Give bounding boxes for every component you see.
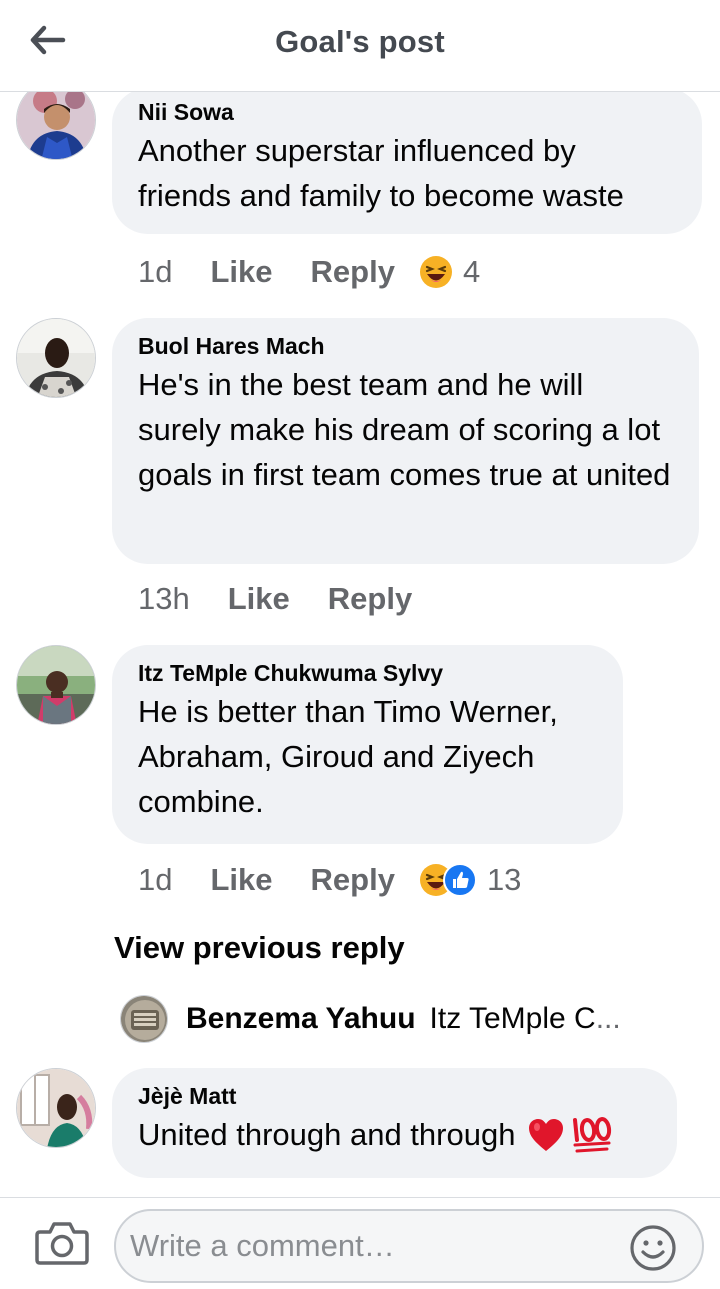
like-reaction-icon [442,863,477,897]
red-heart-icon [529,1118,564,1151]
reaction-count[interactable]: 13 [487,862,521,898]
view-previous-reply-link[interactable]: View previous reply [114,930,405,966]
comment-actions: 1d Like Reply 13 [138,860,521,900]
emoji-button[interactable] [628,1223,678,1273]
comment-actions: 1d Like Reply 4 [138,252,480,292]
comment-composer [0,1197,720,1289]
comment-bubble[interactable]: Itz TeMple Chukwuma Sylvy He is better t… [112,645,623,844]
camera-icon [35,1222,89,1265]
comment-author[interactable]: Jèjè Matt [138,1082,651,1110]
hundred-points-icon [573,1116,612,1152]
smiley-icon [630,1225,676,1271]
reactions-summary[interactable] [419,863,477,897]
comment-box[interactable] [114,1209,704,1283]
comment-text: He is better than Timo Werner, Abraham, … [138,694,558,819]
reply-author[interactable]: Benzema Yahuu [186,1002,416,1036]
reply-button[interactable]: Reply [328,581,412,617]
comment-bubble[interactable]: Buol Hares Mach He's in the best team an… [112,318,699,564]
comment-bubble[interactable]: Nii Sowa Another superstar influenced by… [112,92,702,234]
comment-text-body: United through and through [138,1117,516,1152]
comment-input[interactable] [130,1223,620,1269]
reply-button[interactable]: Reply [311,254,395,290]
reply-button[interactable]: Reply [311,862,395,898]
page-title: Goal's post [275,24,445,59]
comment-text: United through and through [138,1112,651,1157]
like-button[interactable]: Like [210,254,272,290]
comments-list: Nii Sowa Another superstar influenced by… [0,92,720,1197]
top-bar: Goal's post [0,0,720,92]
haha-reaction-icon [419,256,452,288]
reactions-summary[interactable] [419,255,453,289]
comment-time: 1d [138,862,173,897]
comment-author[interactable]: Itz TeMple Chukwuma Sylvy [138,659,597,687]
avatar[interactable] [16,645,96,725]
avatar[interactable] [120,995,168,1043]
reply-snippet: Itz TeMple C [429,1002,596,1035]
comment-actions: 13h Like Reply [138,579,450,619]
comment-text: Another superstar influenced by friends … [138,133,624,213]
like-button[interactable]: Like [210,862,272,898]
comment-time: 1d [138,254,173,289]
comment-author[interactable]: Buol Hares Mach [138,332,673,360]
reply-preview[interactable]: Benzema Yahuu Itz TeMple C ... [120,994,621,1044]
reaction-count[interactable]: 4 [463,254,480,290]
avatar[interactable] [16,318,96,398]
like-button[interactable]: Like [228,581,290,617]
comment-text: He's in the best team and he will surely… [138,367,671,492]
avatar[interactable] [16,1068,96,1148]
reply-ellipsis: ... [595,1002,621,1035]
avatar[interactable] [16,92,96,160]
comment-author[interactable]: Nii Sowa [138,98,676,126]
comment-time: 13h [138,581,190,616]
comment-bubble[interactable]: Jèjè Matt United through and through [112,1068,677,1178]
camera-button[interactable] [34,1218,90,1268]
